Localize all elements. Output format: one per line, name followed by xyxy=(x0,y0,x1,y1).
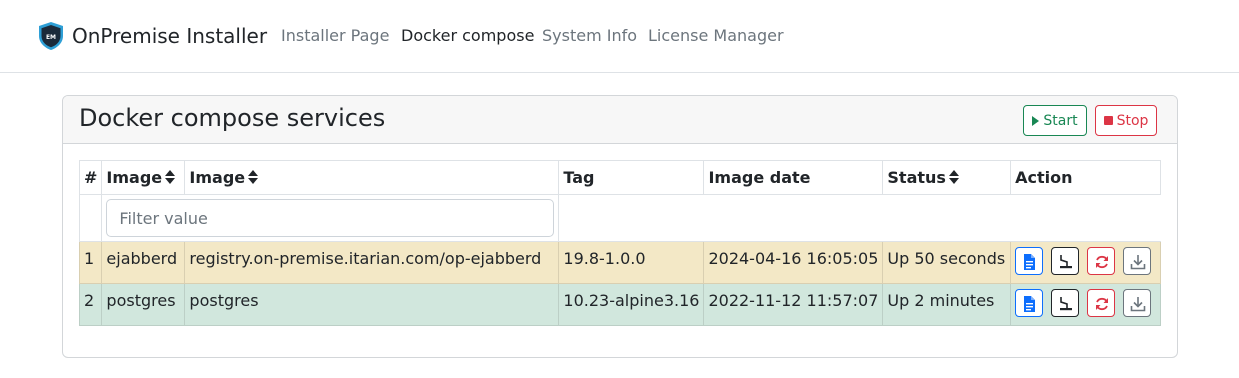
row-name: postgres xyxy=(101,283,186,326)
row-name: ejabberd xyxy=(101,241,186,284)
sort-icon[interactable] xyxy=(948,170,959,184)
brand-name: OnPremise Installer xyxy=(72,24,268,48)
row-image: postgres xyxy=(184,283,560,326)
nav-license-manager[interactable]: License Manager xyxy=(648,26,784,45)
filter-row xyxy=(78,194,1161,242)
table-header-row: # Image Image Tag Image date Status Acti… xyxy=(78,160,1161,195)
file-icon xyxy=(1024,296,1036,312)
terminal-icon xyxy=(1060,255,1073,269)
card-title: Docker compose services xyxy=(79,104,386,132)
card-header: Docker compose services Start Stop xyxy=(63,96,1177,144)
restart-icon xyxy=(1096,297,1109,311)
terminal-icon xyxy=(1060,297,1073,311)
stop-label: Stop xyxy=(1116,112,1149,129)
brand[interactable]: EM OnPremise Installer xyxy=(36,20,267,52)
filter-input[interactable] xyxy=(106,199,555,237)
col-number: # xyxy=(78,160,103,195)
row-status: Up 2 minutes xyxy=(882,283,1012,326)
services-card: Docker compose services Start Stop # Ima… xyxy=(62,95,1178,358)
table-row: 2 postgres postgres 10.23-alpine3.16 202… xyxy=(78,283,1161,326)
start-label: Start xyxy=(1043,112,1078,129)
col-status[interactable]: Status xyxy=(882,160,1012,195)
pull-button[interactable] xyxy=(1123,247,1152,275)
download-icon xyxy=(1131,297,1146,312)
restart-button[interactable] xyxy=(1087,247,1116,275)
stop-icon xyxy=(1103,116,1113,125)
top-navbar: EM OnPremise Installer Installer Page Do… xyxy=(0,0,1239,73)
stop-button[interactable]: Stop xyxy=(1095,105,1157,136)
row-tag: 10.23-alpine3.16 xyxy=(558,283,705,326)
shell-button[interactable] xyxy=(1051,289,1080,317)
table-row: 1 ejabberd registry.on-premise.itarian.c… xyxy=(78,241,1161,284)
col-name[interactable]: Image xyxy=(101,160,186,195)
download-icon xyxy=(1131,255,1146,270)
row-date: 2024-04-16 16:05:05 xyxy=(703,241,884,284)
col-tag: Tag xyxy=(558,160,705,195)
svg-text:EM: EM xyxy=(46,34,56,41)
nav-installer-page[interactable]: Installer Page xyxy=(281,26,389,45)
logs-button[interactable] xyxy=(1015,289,1044,317)
start-button[interactable]: Start xyxy=(1023,105,1087,136)
row-image: registry.on-premise.itarian.com/op-ejabb… xyxy=(184,241,560,284)
play-icon xyxy=(1032,115,1040,126)
row-date: 2022-11-12 11:57:07 xyxy=(703,283,884,326)
shell-button[interactable] xyxy=(1051,247,1080,275)
nav-docker-compose[interactable]: Docker compose xyxy=(401,26,534,45)
row-actions xyxy=(1010,283,1161,326)
restart-button[interactable] xyxy=(1087,289,1116,317)
shield-logo-icon: EM xyxy=(39,22,63,50)
services-table: # Image Image Tag Image date Status Acti… xyxy=(78,160,1161,326)
row-number: 2 xyxy=(78,283,103,326)
row-actions xyxy=(1010,241,1161,284)
col-image[interactable]: Image xyxy=(184,160,560,195)
col-action: Action xyxy=(1010,160,1161,195)
row-number: 1 xyxy=(78,241,103,284)
file-icon xyxy=(1024,254,1036,270)
sort-icon[interactable] xyxy=(165,170,176,184)
row-status: Up 50 seconds xyxy=(882,241,1012,284)
nav-system-info[interactable]: System Info xyxy=(542,26,637,45)
row-tag: 19.8-1.0.0 xyxy=(558,241,705,284)
pull-button[interactable] xyxy=(1123,289,1152,317)
sort-icon[interactable] xyxy=(248,170,259,184)
restart-icon xyxy=(1096,255,1109,269)
col-image-date: Image date xyxy=(703,160,884,195)
logs-button[interactable] xyxy=(1015,247,1044,275)
